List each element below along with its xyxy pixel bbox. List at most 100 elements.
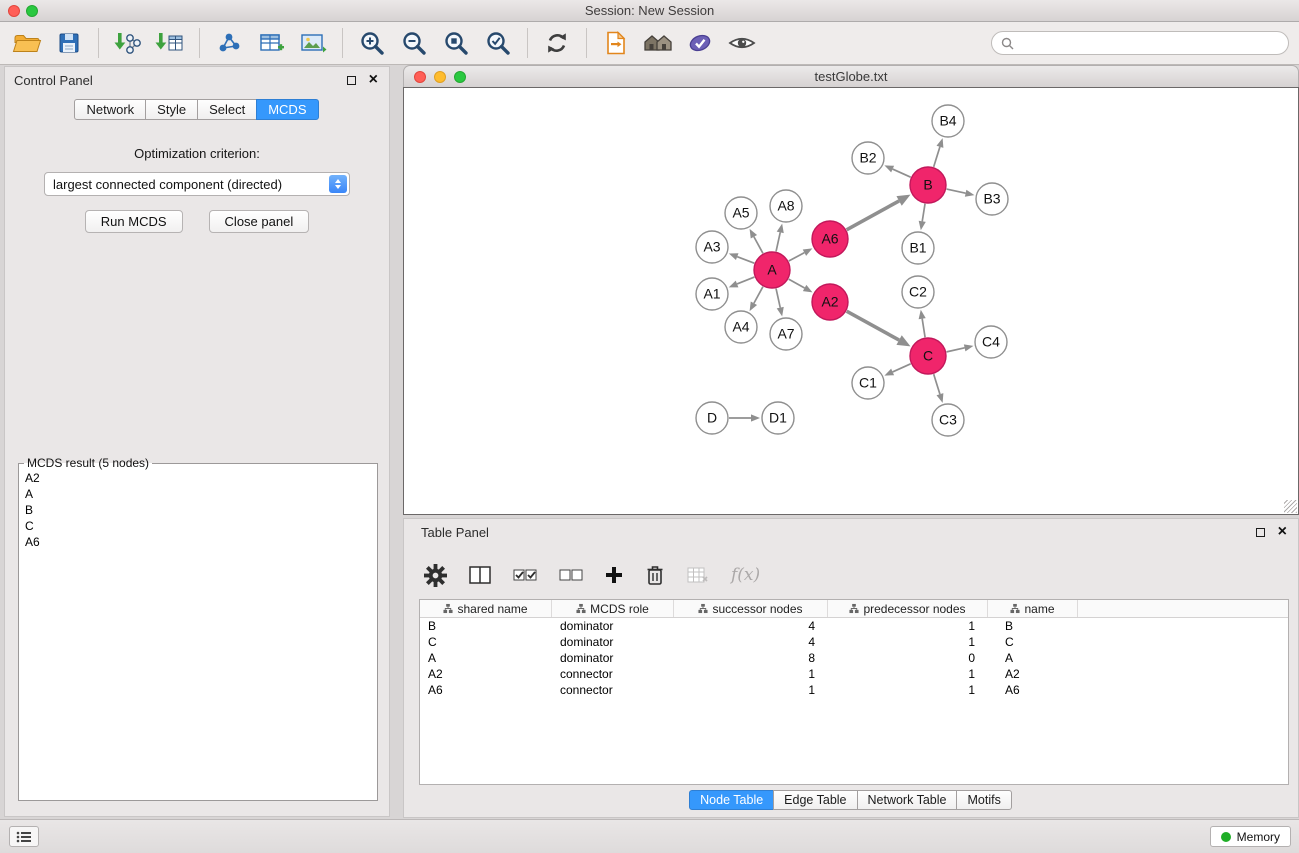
graph-node-A5[interactable]: A5 xyxy=(725,197,757,229)
close-window-button[interactable] xyxy=(8,5,20,17)
graph-edge[interactable] xyxy=(754,237,763,254)
network-zoom-button[interactable] xyxy=(454,71,466,83)
show-columns-button[interactable] xyxy=(469,566,491,584)
save-session-button[interactable] xyxy=(48,24,90,62)
delete-column-button[interactable] xyxy=(645,564,665,586)
graph-edge[interactable] xyxy=(893,364,911,372)
column-header-name[interactable]: name xyxy=(988,600,1078,617)
first-neighbors-button[interactable] xyxy=(637,24,679,62)
graph-node-D1[interactable]: D1 xyxy=(762,402,794,434)
refresh-layout-button[interactable] xyxy=(536,24,578,62)
graph-node-B2[interactable]: B2 xyxy=(852,142,884,174)
search-box[interactable] xyxy=(991,31,1289,55)
tab-motifs[interactable]: Motifs xyxy=(956,790,1011,810)
tab-style[interactable]: Style xyxy=(145,99,198,120)
network-window-titlebar[interactable]: testGlobe.txt xyxy=(403,65,1299,87)
table-row[interactable]: Bdominator41B xyxy=(420,618,1288,634)
network-canvas[interactable]: B4B2BB3A5A8A6B1A3AC2A1A2A4A7C4CC1C3DD1 xyxy=(403,87,1299,515)
search-input[interactable] xyxy=(1020,33,1288,53)
graph-edge[interactable] xyxy=(934,374,940,394)
import-network-button[interactable] xyxy=(107,24,149,62)
delete-table-button[interactable] xyxy=(687,567,709,583)
table-settings-button[interactable] xyxy=(424,564,447,587)
network-close-button[interactable] xyxy=(414,71,426,83)
tab-node-table[interactable]: Node Table xyxy=(689,790,774,810)
graph-node-C4[interactable]: C4 xyxy=(975,326,1007,358)
deselect-all-button[interactable] xyxy=(559,568,583,582)
float-panel-icon[interactable] xyxy=(347,76,356,85)
resize-grip[interactable] xyxy=(1284,500,1297,513)
graph-node-B3[interactable]: B3 xyxy=(976,183,1008,215)
network-graph[interactable]: B4B2BB3A5A8A6B1A3AC2A1A2A4A7C4CC1C3DD1 xyxy=(404,88,1298,514)
optimization-criterion-select[interactable]: largest connected component (directed) xyxy=(44,172,350,196)
function-builder-button[interactable]: f(x) xyxy=(731,565,760,585)
run-mcds-button[interactable]: Run MCDS xyxy=(85,210,183,233)
float-panel-icon[interactable] xyxy=(1256,528,1265,537)
memory-button[interactable]: Memory xyxy=(1210,826,1291,847)
tab-network-table[interactable]: Network Table xyxy=(857,790,958,810)
graph-edge[interactable] xyxy=(847,311,899,340)
graph-edge[interactable] xyxy=(847,201,899,230)
tab-select[interactable]: Select xyxy=(197,99,257,120)
graph-edge[interactable] xyxy=(737,257,754,264)
graph-edge[interactable] xyxy=(737,277,754,284)
close-panel-icon[interactable]: × xyxy=(1278,524,1287,540)
graph-node-B1[interactable]: B1 xyxy=(902,232,934,264)
graph-edge[interactable] xyxy=(934,147,940,167)
graph-node-A6[interactable]: A6 xyxy=(812,221,848,257)
graph-edge[interactable] xyxy=(922,319,925,338)
graph-edge[interactable] xyxy=(947,189,966,193)
graph-node-A2[interactable]: A2 xyxy=(812,284,848,320)
graph-edge[interactable] xyxy=(776,232,780,251)
zoom-in-button[interactable] xyxy=(351,24,393,62)
graph-edge[interactable] xyxy=(776,289,780,308)
graph-node-B4[interactable]: B4 xyxy=(932,105,964,137)
network-minimize-button[interactable] xyxy=(434,71,446,83)
graph-node-C[interactable]: C xyxy=(910,338,946,374)
graph-edge[interactable] xyxy=(789,253,805,261)
column-header-predecessor-nodes[interactable]: predecessor nodes xyxy=(828,600,988,617)
zoom-fit-button[interactable] xyxy=(435,24,477,62)
column-header-shared-name[interactable]: shared name xyxy=(420,600,552,617)
import-table-button[interactable] xyxy=(149,24,191,62)
graph-node-A3[interactable]: A3 xyxy=(696,231,728,263)
close-panel-button[interactable]: Close panel xyxy=(209,210,310,233)
task-history-button[interactable] xyxy=(9,826,39,847)
table-row[interactable]: Cdominator41C xyxy=(420,634,1288,650)
table-row[interactable]: Adominator80A xyxy=(420,650,1288,666)
graph-node-A4[interactable]: A4 xyxy=(725,311,757,343)
tab-mcds[interactable]: MCDS xyxy=(256,99,318,120)
table-row[interactable]: A2connector11A2 xyxy=(420,666,1288,682)
add-column-button[interactable] xyxy=(605,566,623,584)
mcds-result-item[interactable]: A xyxy=(21,486,375,502)
select-all-button[interactable] xyxy=(513,568,537,582)
graph-edge[interactable] xyxy=(754,287,763,304)
app-titlebar[interactable]: Session: New Session xyxy=(0,0,1299,22)
combo-stepper-icon[interactable] xyxy=(329,175,347,193)
column-header-successor-nodes[interactable]: successor nodes xyxy=(674,600,828,617)
open-session-button[interactable] xyxy=(6,24,48,62)
graph-node-D[interactable]: D xyxy=(696,402,728,434)
graph-node-A7[interactable]: A7 xyxy=(770,318,802,350)
graph-edge[interactable] xyxy=(922,204,925,222)
tab-edge-table[interactable]: Edge Table xyxy=(773,790,857,810)
graph-edge[interactable] xyxy=(893,169,911,177)
show-hide-button[interactable] xyxy=(721,24,763,62)
graph-edge[interactable] xyxy=(947,348,965,352)
mcds-result-item[interactable]: A6 xyxy=(21,534,375,550)
graph-node-C1[interactable]: C1 xyxy=(852,367,884,399)
new-table-button[interactable] xyxy=(250,24,292,62)
graph-node-C3[interactable]: C3 xyxy=(932,404,964,436)
graph-node-C2[interactable]: C2 xyxy=(902,276,934,308)
mcds-result-item[interactable]: B xyxy=(21,502,375,518)
export-image-button[interactable] xyxy=(292,24,334,62)
zoom-out-button[interactable] xyxy=(393,24,435,62)
mcds-result-item[interactable]: C xyxy=(21,518,375,534)
tab-network[interactable]: Network xyxy=(74,99,146,120)
apply-style-button[interactable] xyxy=(679,24,721,62)
graph-node-A8[interactable]: A8 xyxy=(770,190,802,222)
graph-node-B[interactable]: B xyxy=(910,167,946,203)
new-network-button[interactable] xyxy=(208,24,250,62)
graph-edge[interactable] xyxy=(789,279,805,288)
zoom-window-button[interactable] xyxy=(26,5,38,17)
